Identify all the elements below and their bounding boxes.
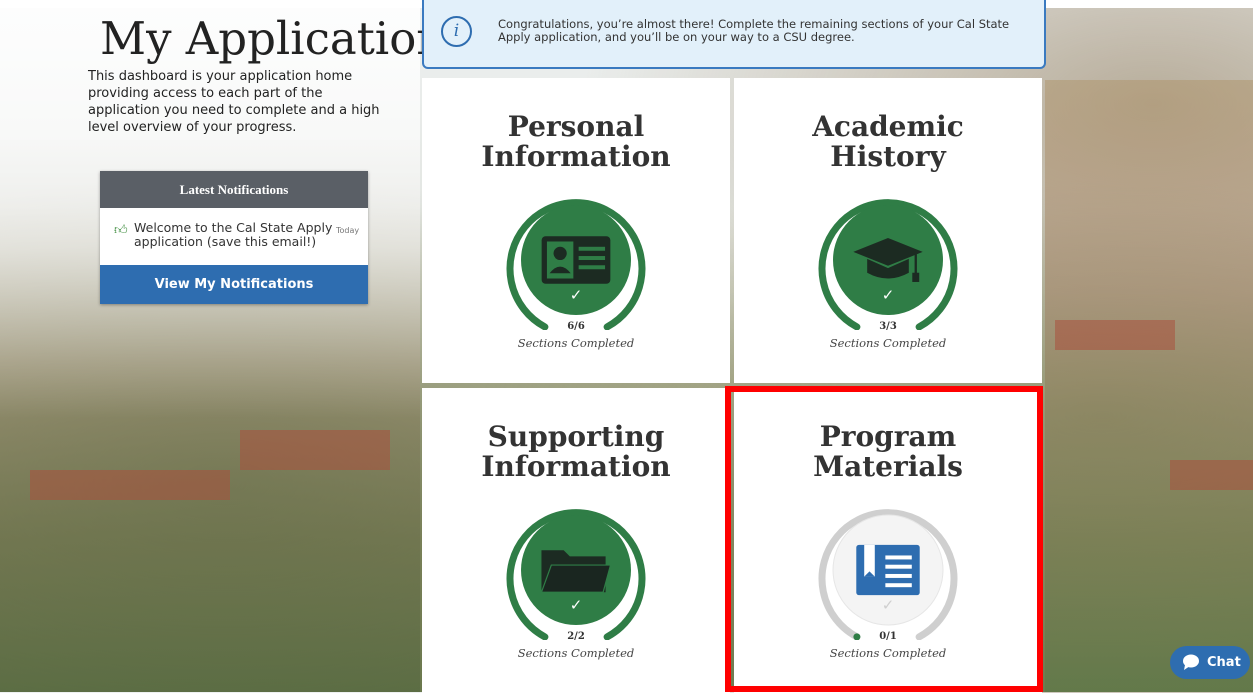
notifications-header: Latest Notifications xyxy=(100,171,368,208)
chat-button[interactable]: Chat xyxy=(1170,646,1250,679)
tile-title-line: Information xyxy=(481,140,671,173)
tile-title-line: Personal xyxy=(507,110,645,143)
tile-title: Academic History xyxy=(734,112,1042,172)
progress-ring: ✓ xyxy=(818,190,958,331)
progress-grid: Personal Information ✓ 6/6 Sections Comp… xyxy=(422,78,1042,693)
tile-personal-information[interactable]: Personal Information ✓ 6/6 Sections Comp… xyxy=(422,78,730,383)
chat-label: Chat xyxy=(1207,655,1241,670)
progress-ring: ✓ xyxy=(506,190,646,331)
notifications-card: Latest Notifications 👍︎ Welcome to the C… xyxy=(100,171,368,304)
background-roof xyxy=(1055,320,1175,350)
tile-program-materials[interactable]: Program Materials ✓ 0/1 Sections Complet… xyxy=(734,388,1042,693)
tile-title-line: Information xyxy=(481,450,671,483)
tile-title-line: History xyxy=(830,140,946,173)
tile-title-line: Academic xyxy=(812,110,964,143)
check-icon: ✓ xyxy=(569,286,583,304)
chat-bubble-icon xyxy=(1183,654,1199,670)
tile-supporting-information[interactable]: Supporting Information ✓ 2/2 Sections Co… xyxy=(422,388,730,693)
tile-title: Program Materials xyxy=(734,422,1042,482)
info-icon: i xyxy=(441,16,472,47)
sections-count: 2/2 xyxy=(567,631,585,642)
progress-ring: ✓ xyxy=(506,500,646,641)
tile-title: Supporting Information xyxy=(422,422,730,482)
banner-text: Congratulations, you’re almost there! Co… xyxy=(498,17,1010,44)
thumbs-up-icon: 👍︎ xyxy=(114,223,128,238)
background-roof xyxy=(1170,460,1253,490)
tile-title-line: Supporting xyxy=(487,420,665,453)
sections-count: 3/3 xyxy=(879,321,897,332)
info-banner: i Congratulations, you’re almost there! … xyxy=(422,0,1046,69)
intro-text: This dashboard is your application home … xyxy=(88,69,380,135)
tile-title-line: Materials xyxy=(813,450,963,483)
notification-text: Welcome to the Cal State Apply applicati… xyxy=(134,220,333,249)
sections-count: 6/6 xyxy=(567,321,585,332)
sections-label: Sections Completed xyxy=(829,336,947,350)
view-notifications-button[interactable]: View My Notifications xyxy=(100,265,368,304)
progress-ring: ✓ xyxy=(818,500,958,641)
tile-title: Personal Information xyxy=(422,112,730,172)
sections-count: 0/1 xyxy=(879,631,897,642)
tile-title-line: Program xyxy=(819,420,957,453)
notification-item[interactable]: 👍︎ Welcome to the Cal State Apply applic… xyxy=(100,208,368,265)
check-icon: ✓ xyxy=(881,286,895,304)
check-icon: ✓ xyxy=(881,596,895,614)
sections-label: Sections Completed xyxy=(517,336,635,350)
check-icon: ✓ xyxy=(569,596,583,614)
notification-time: Today xyxy=(336,226,360,235)
tile-academic-history[interactable]: Academic History ✓ 3/3 Sections Complete… xyxy=(734,78,1042,383)
page-title: My Application xyxy=(100,12,446,65)
background-campus-right xyxy=(1045,80,1253,692)
sections-label: Sections Completed xyxy=(829,646,947,660)
sections-label: Sections Completed xyxy=(517,646,635,660)
